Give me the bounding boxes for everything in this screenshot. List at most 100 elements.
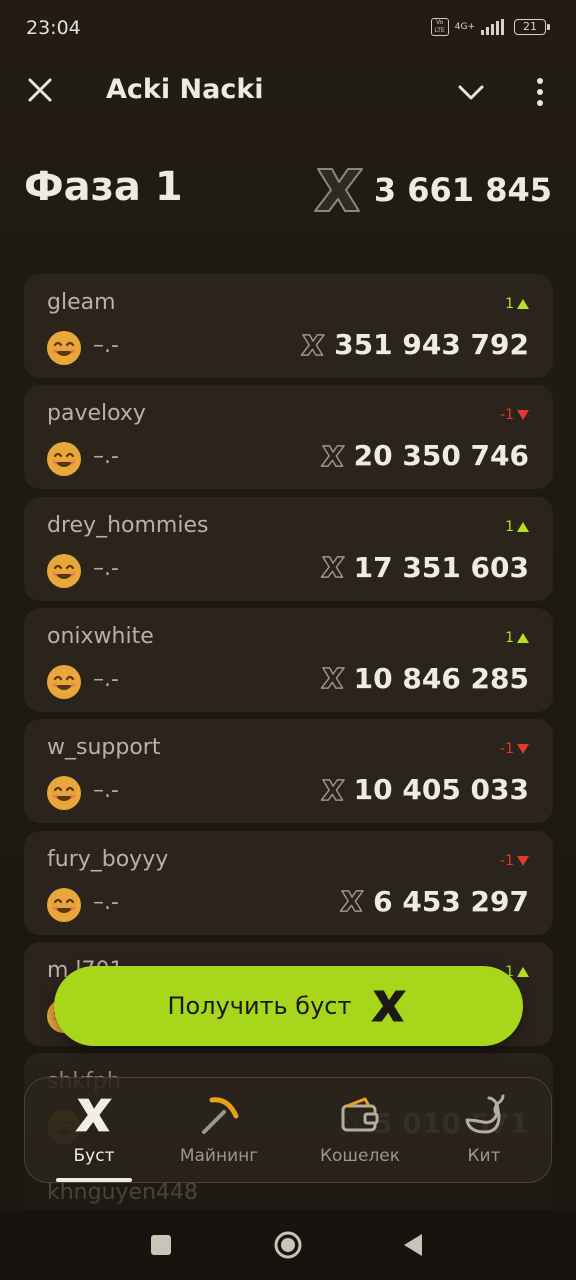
phase-total-value: 3 661 845 <box>373 171 552 209</box>
rank-change: 1 <box>505 519 529 535</box>
x-token-icon <box>320 444 345 467</box>
bottom-nav: Буст Майнинг Кошелек Кит <box>24 1077 552 1183</box>
player-name: drey_hommies <box>47 512 209 538</box>
leaderboard-row[interactable]: drey_hommies 1 –.- 17 351 603 <box>24 496 553 601</box>
x-token-icon <box>320 667 345 690</box>
x-token-icon <box>371 990 407 1022</box>
player-score-value: 10 846 285 <box>353 661 529 695</box>
tab-whale-label: Кит <box>467 1146 501 1166</box>
player-score-value: 17 351 603 <box>353 550 529 584</box>
rank-change-value: -1 <box>500 741 514 758</box>
boost-multiplier: –.- <box>93 555 119 581</box>
triangle-up-icon <box>517 966 529 977</box>
player-score: 10 846 285 <box>320 662 529 695</box>
collapse-button[interactable] <box>455 76 487 108</box>
x-token-icon <box>75 1098 112 1132</box>
battery-icon: 21 <box>514 19 550 35</box>
boost-multiplier: –.- <box>93 889 119 915</box>
smiling-face-icon <box>47 553 81 588</box>
player-name: gleam <box>47 290 116 315</box>
x-token-icon <box>313 168 363 212</box>
battery-level: 21 <box>523 20 537 33</box>
smiling-face-icon <box>47 887 81 922</box>
smiling-face-icon <box>47 442 81 477</box>
get-boost-label: Получить буст <box>167 992 352 1020</box>
triangle-down-icon <box>517 855 529 866</box>
network-type: 4G+ <box>454 21 475 32</box>
recents-square-icon[interactable] <box>146 1230 176 1260</box>
smiling-face-icon <box>47 331 81 365</box>
player-score-value: 10 405 033 <box>353 773 529 807</box>
tab-wallet[interactable]: Кошелек <box>305 1078 415 1184</box>
tab-whale[interactable]: Кит <box>429 1078 539 1184</box>
signal-icon <box>481 19 504 35</box>
leaderboard-row[interactable]: fury_boyyy -1 –.- 6 453 297 <box>24 830 553 935</box>
x-token-icon <box>339 890 364 912</box>
rank-change-value: -1 <box>500 407 514 424</box>
close-icon <box>28 78 52 102</box>
pickaxe-icon <box>202 1097 239 1134</box>
more-menu-button[interactable] <box>528 76 552 108</box>
triangle-up-icon <box>517 299 529 309</box>
player-name: fury_boyyy <box>47 846 169 872</box>
leaderboard-row[interactable]: gleam 1 –.- 351 943 792 <box>24 274 553 378</box>
app-title: Acki Nacki <box>106 74 264 105</box>
status-time: 23:04 <box>26 17 81 39</box>
get-boost-button[interactable]: Получить буст <box>54 966 523 1046</box>
player-score: 20 350 746 <box>320 439 529 472</box>
rank-change: -1 <box>500 407 529 423</box>
triangle-up-icon <box>517 632 529 643</box>
rank-change: 1 <box>505 296 529 312</box>
whale-icon <box>465 1094 505 1134</box>
player-score: 351 943 792 <box>300 328 529 361</box>
app-screen: 23:04 Vo LTE 4G+ 21 Acki Nacki Фаза 1 3 … <box>0 0 576 1210</box>
rank-change-value: 1 <box>505 296 514 312</box>
player-name: w_support <box>47 735 161 761</box>
tab-wallet-label: Кошелек <box>319 1146 401 1166</box>
boost-multiplier: –.- <box>93 778 119 804</box>
tab-mining[interactable]: Майнинг <box>164 1078 274 1184</box>
tab-boost-label: Буст <box>73 1146 115 1166</box>
leaderboard-row[interactable]: onixwhite 1 –.- 10 846 285 <box>24 607 553 712</box>
volte-icon: Vo LTE <box>430 18 449 36</box>
boost-multiplier: –.- <box>93 666 119 692</box>
player-name: paveloxy <box>47 401 146 427</box>
rank-change-value: 1 <box>505 629 514 646</box>
triangle-down-icon <box>517 744 529 755</box>
status-bar: 23:04 Vo LTE 4G+ 21 <box>0 0 576 58</box>
boost-multiplier: –.- <box>93 333 119 358</box>
smiling-face-icon <box>47 664 81 699</box>
chevron-down-icon <box>458 85 484 100</box>
back-triangle-icon[interactable] <box>398 1230 428 1260</box>
close-button[interactable] <box>22 72 58 108</box>
rank-change-value: -1 <box>500 852 514 869</box>
home-circle-icon[interactable] <box>273 1230 303 1260</box>
system-nav-bar <box>0 1210 576 1280</box>
x-token-icon <box>300 333 325 356</box>
tab-mining-label: Майнинг <box>179 1146 259 1166</box>
triangle-up-icon <box>517 521 529 532</box>
phase-title: Фаза 1 <box>24 164 183 210</box>
player-score-value: 6 453 297 <box>373 884 529 918</box>
rank-change-value: 1 <box>505 518 514 535</box>
active-tab-indicator <box>56 1178 132 1182</box>
rank-change: 1 <box>505 630 529 646</box>
tab-boost[interactable]: Буст <box>39 1078 149 1184</box>
x-token-icon <box>320 556 345 578</box>
wallet-icon <box>341 1097 379 1132</box>
status-icons: Vo LTE 4G+ 21 <box>430 18 550 36</box>
leaderboard-row[interactable]: w_support -1 –.- 10 405 033 <box>24 719 553 824</box>
x-token-icon <box>320 778 345 801</box>
triangle-down-icon <box>517 410 529 421</box>
leaderboard-row[interactable]: paveloxy -1 –.- 20 350 746 <box>24 385 553 490</box>
rank-change: -1 <box>500 853 529 869</box>
boost-multiplier: –.- <box>93 444 119 470</box>
player-score-value: 20 350 746 <box>353 439 529 473</box>
player-name: onixwhite <box>47 623 154 649</box>
more-vertical-icon <box>537 78 543 106</box>
smiling-face-icon <box>47 776 81 811</box>
phase-total: 3 661 845 <box>312 162 552 218</box>
player-score-value: 351 943 792 <box>334 328 529 361</box>
player-score: 6 453 297 <box>339 885 529 918</box>
rank-change: -1 <box>500 741 529 757</box>
